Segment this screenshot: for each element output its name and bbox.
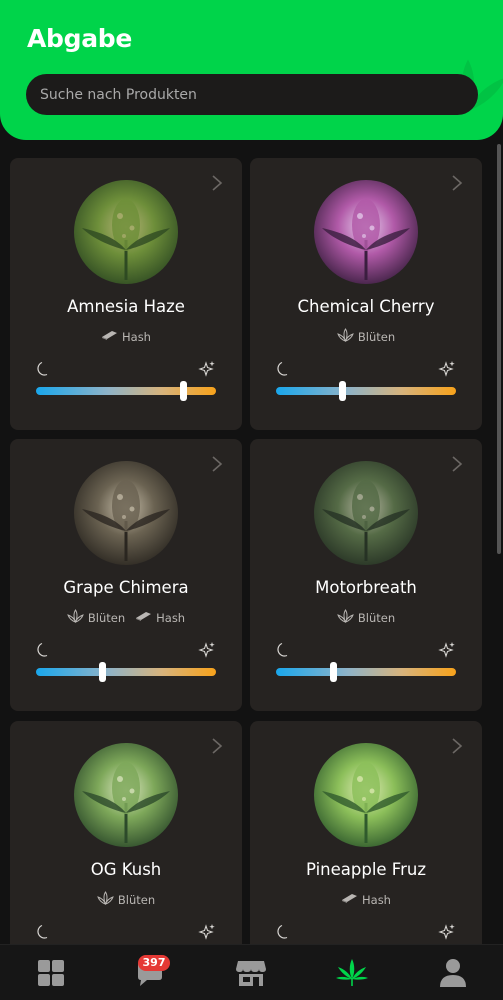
product-tag: Hash xyxy=(341,891,391,908)
product-tag: Blüten xyxy=(337,328,395,345)
product-name: Chemical Cherry xyxy=(297,297,435,316)
flower-icon xyxy=(337,328,354,345)
slider-thumb[interactable] xyxy=(330,662,338,682)
page-title: Abgabe xyxy=(27,24,133,53)
sparkles-icon xyxy=(198,361,215,377)
moon-icon xyxy=(37,361,48,376)
bottom-nav: 397 xyxy=(0,944,503,1000)
product-name: Motorbreath xyxy=(315,578,417,597)
product-tags: Hash xyxy=(10,328,242,345)
product-tag-label: Blüten xyxy=(87,610,126,625)
product-tag: Blüten xyxy=(67,609,125,626)
chevron-right-icon[interactable] xyxy=(450,174,464,192)
slider-thumb[interactable] xyxy=(339,381,347,401)
product-image xyxy=(314,180,418,284)
chevron-right-icon[interactable] xyxy=(450,737,464,755)
flower-icon xyxy=(337,609,354,626)
product-tags: Blüten xyxy=(10,891,242,908)
product-tags: Hash xyxy=(250,891,482,908)
product-name: Grape Chimera xyxy=(63,578,189,597)
hash-icon xyxy=(101,328,118,345)
moon-icon xyxy=(37,642,48,657)
effect-slider[interactable] xyxy=(276,662,456,682)
product-tag-label: Blüten xyxy=(357,329,396,344)
product-tag: Blüten xyxy=(97,891,155,908)
product-tag-label: Hash xyxy=(156,610,186,625)
moon-icon xyxy=(277,361,288,376)
product-image xyxy=(74,180,178,284)
product-tag: Hash xyxy=(135,609,185,626)
hash-icon xyxy=(135,609,152,626)
product-image xyxy=(74,461,178,565)
product-tag-label: Blüten xyxy=(357,610,396,625)
sparkles-icon xyxy=(198,924,215,940)
flower-icon xyxy=(97,891,114,908)
hash-icon xyxy=(341,891,358,908)
search-input[interactable] xyxy=(26,74,478,115)
product-name: Pineapple Fruz xyxy=(305,860,426,879)
product-tag: Blüten xyxy=(337,609,395,626)
nav-chat[interactable] xyxy=(120,945,180,1000)
product-image xyxy=(74,743,178,847)
product-tags: Blüten xyxy=(250,609,482,626)
product-grid: Amnesia Haze Hash Chemical Cherry Blüten… xyxy=(0,140,503,944)
sparkles-icon xyxy=(438,924,455,940)
nav-products[interactable] xyxy=(322,945,382,1000)
product-card[interactable]: Pineapple Fruz Hash xyxy=(250,721,482,944)
product-tags: Blüten xyxy=(250,328,482,345)
product-name: OG Kush xyxy=(90,860,162,879)
product-tag-label: Hash xyxy=(362,892,391,907)
scrollbar[interactable] xyxy=(497,144,501,554)
slider-thumb[interactable] xyxy=(180,381,188,401)
effect-slider[interactable] xyxy=(36,662,216,682)
product-card[interactable]: OG Kush Blüten xyxy=(10,721,242,944)
chevron-right-icon[interactable] xyxy=(210,737,224,755)
nav-profile[interactable] xyxy=(423,945,483,1000)
nav-store[interactable] xyxy=(221,945,281,1000)
sparkles-icon xyxy=(438,642,455,658)
effect-slider[interactable] xyxy=(36,381,216,401)
product-tag-label: Blüten xyxy=(117,892,156,907)
product-card[interactable]: Amnesia Haze Hash xyxy=(10,158,242,430)
moon-icon xyxy=(277,642,288,657)
chevron-right-icon[interactable] xyxy=(210,455,224,473)
chat-badge: 397 xyxy=(138,955,170,971)
chevron-right-icon[interactable] xyxy=(450,455,464,473)
dispensing-screen: Abgabe Amnesia Haze Hash xyxy=(0,0,503,1000)
product-image xyxy=(314,743,418,847)
product-tag: Hash xyxy=(101,328,151,345)
slider-thumb[interactable] xyxy=(99,662,107,682)
sparkles-icon xyxy=(198,642,215,658)
cannabis-leaf-icon xyxy=(336,959,368,986)
product-card[interactable]: Grape Chimera Blüten Hash xyxy=(10,439,242,711)
moon-icon xyxy=(37,924,48,939)
product-card[interactable]: Chemical Cherry Blüten xyxy=(250,158,482,430)
nav-dashboard[interactable] xyxy=(21,945,81,1000)
chevron-right-icon[interactable] xyxy=(210,174,224,192)
sparkles-icon xyxy=(438,361,455,377)
header: Abgabe xyxy=(0,0,503,140)
user-icon xyxy=(440,959,466,987)
product-name: Amnesia Haze xyxy=(67,297,185,316)
dashboard-icon xyxy=(38,960,64,986)
moon-icon xyxy=(277,924,288,939)
product-tag-label: Hash xyxy=(122,329,151,344)
store-icon xyxy=(236,961,266,986)
product-card[interactable]: Motorbreath Blüten xyxy=(250,439,482,711)
flower-icon xyxy=(67,609,84,626)
product-image xyxy=(314,461,418,565)
effect-slider[interactable] xyxy=(276,381,456,401)
search-bar[interactable] xyxy=(26,74,478,115)
product-tags: Blüten Hash xyxy=(10,609,242,626)
